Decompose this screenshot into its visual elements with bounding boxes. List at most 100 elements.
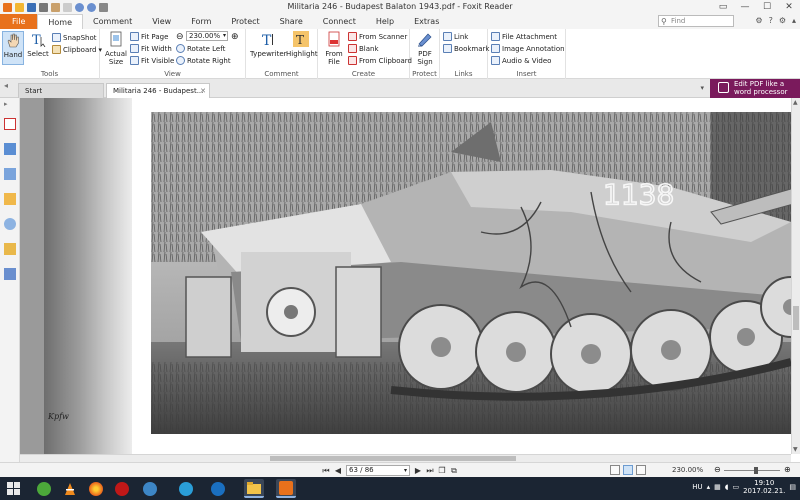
search-options-icon[interactable]: ⚙: [755, 16, 762, 25]
tab-comment[interactable]: Comment: [83, 14, 142, 29]
language-indicator[interactable]: HU: [692, 483, 702, 491]
notifications-icon[interactable]: ▤: [789, 483, 796, 491]
single-page-view-icon[interactable]: [610, 465, 620, 475]
clipboard-button[interactable]: Clipboard ▾: [52, 44, 102, 55]
blank-button[interactable]: Blank: [348, 43, 379, 54]
tab-share[interactable]: Share: [270, 14, 313, 29]
comments-icon[interactable]: [4, 193, 16, 205]
tab-form[interactable]: Form: [181, 14, 221, 29]
scroll-up-icon[interactable]: ▲: [793, 99, 798, 106]
redo-icon[interactable]: [87, 2, 96, 12]
clock[interactable]: 19:10 2017.02.21.: [743, 479, 785, 495]
start-button[interactable]: [4, 479, 24, 498]
actual-size-button[interactable]: Actual Size: [104, 31, 128, 66]
zoom-slider-handle[interactable]: [754, 467, 758, 474]
tab-extras[interactable]: Extras: [404, 14, 449, 29]
horizontal-scroll-thumb[interactable]: [270, 456, 516, 461]
battery-icon[interactable]: ▭: [732, 483, 739, 491]
page-thumbnails-icon[interactable]: [4, 118, 16, 130]
tab-help[interactable]: Help: [366, 14, 404, 29]
zoom-out-icon[interactable]: ⊖: [176, 31, 184, 42]
bookmark-button[interactable]: Bookmark: [443, 43, 489, 54]
undo-icon[interactable]: [75, 2, 84, 12]
search-input[interactable]: ⚲ Find: [658, 15, 734, 27]
close-button[interactable]: ✕: [778, 0, 800, 14]
from-clipboard-button[interactable]: From Clipboard: [348, 55, 412, 66]
scroll-down-icon[interactable]: ▼: [793, 446, 798, 453]
antivirus-taskbar-icon[interactable]: [112, 479, 132, 498]
tray-expand-icon[interactable]: ▴: [707, 483, 711, 491]
select-text-icon[interactable]: [63, 2, 72, 12]
document-view[interactable]: Kpfw 1138: [20, 98, 791, 454]
select-button[interactable]: T Select: [26, 31, 50, 58]
maximize-button[interactable]: ☐: [756, 0, 778, 14]
vertical-scroll-thumb[interactable]: [793, 306, 799, 330]
vertical-scrollbar[interactable]: ▲ ▼: [791, 98, 800, 454]
page-view-icon[interactable]: ❐: [438, 466, 446, 475]
from-scanner-button[interactable]: From Scanner: [348, 31, 407, 42]
file-explorer-taskbar-icon[interactable]: [244, 479, 264, 498]
tab-view[interactable]: View: [142, 14, 181, 29]
layers-icon[interactable]: [4, 168, 16, 180]
horizontal-scrollbar[interactable]: [20, 454, 791, 462]
rotate-right-button[interactable]: Rotate Right: [176, 55, 231, 66]
zoom-slider[interactable]: [724, 467, 780, 474]
last-page-icon[interactable]: ⏭: [426, 466, 434, 476]
snapshot-button[interactable]: SnapShot: [52, 32, 97, 43]
ie-taskbar-icon[interactable]: [176, 479, 196, 498]
volume-icon[interactable]: ◖: [725, 483, 729, 491]
continuous-view-icon[interactable]: [623, 465, 633, 475]
ribbon-toggle-icon[interactable]: ▴: [792, 16, 796, 25]
link-button[interactable]: Link: [443, 31, 468, 42]
tab-file[interactable]: File: [0, 14, 38, 29]
from-file-button[interactable]: From File: [322, 31, 346, 66]
tabs-nav-icon[interactable]: ◂: [4, 81, 8, 90]
pdf-sign-button[interactable]: PDF Sign: [412, 31, 438, 66]
ribbon-collapse-icon[interactable]: ▭: [712, 0, 734, 14]
file-attachment-button[interactable]: File Attachment: [491, 31, 557, 42]
firefox-taskbar-icon[interactable]: [86, 479, 106, 498]
network-icon[interactable]: ▦: [714, 483, 721, 491]
tab-connect[interactable]: Connect: [313, 14, 366, 29]
customize-icon[interactable]: [99, 2, 108, 12]
signatures-icon[interactable]: [4, 268, 16, 280]
next-page-icon[interactable]: ▶: [414, 466, 422, 475]
security-icon[interactable]: [4, 243, 16, 255]
zoom-out-icon[interactable]: ⊖: [714, 465, 721, 474]
settings-icon[interactable]: ⚙: [779, 16, 786, 25]
tab-document[interactable]: Militaria 246 - Budapest... ✕: [106, 83, 210, 98]
zoom-in-icon[interactable]: ⊕: [231, 31, 239, 42]
open-icon[interactable]: [15, 2, 24, 12]
minimize-button[interactable]: —: [734, 0, 756, 14]
tab-protect[interactable]: Protect: [221, 14, 269, 29]
expand-panel-icon[interactable]: ▸: [4, 100, 16, 112]
fit-visible-button[interactable]: Fit Visible: [130, 55, 174, 66]
previous-page-icon[interactable]: ◀: [334, 466, 342, 475]
facing-view-icon[interactable]: [636, 465, 646, 475]
tab-start[interactable]: Start: [18, 83, 104, 98]
utorrent-taskbar-icon[interactable]: [34, 479, 54, 498]
print-icon[interactable]: [39, 2, 48, 12]
highlight-button[interactable]: T Highlight: [286, 31, 318, 58]
save-icon[interactable]: [27, 2, 36, 12]
fit-page-button[interactable]: Fit Page: [130, 31, 168, 42]
first-page-icon[interactable]: ⏮: [322, 466, 330, 476]
typewriter-button[interactable]: T Typewriter: [250, 31, 287, 58]
fit-width-button[interactable]: Fit Width: [130, 43, 172, 54]
vlc-taskbar-icon[interactable]: [60, 479, 80, 498]
hand-button[interactable]: Hand: [2, 31, 24, 65]
close-tab-icon[interactable]: ✕: [200, 84, 206, 98]
help-icon[interactable]: ?: [769, 16, 773, 25]
globe-app-taskbar-icon[interactable]: [140, 479, 160, 498]
bookmarks-icon[interactable]: [4, 143, 16, 155]
page-number-input[interactable]: 63 / 86 ▾: [346, 465, 410, 476]
foxit-reader-taskbar-icon[interactable]: [276, 479, 296, 498]
tab-home[interactable]: Home: [37, 14, 84, 29]
rotate-left-button[interactable]: Rotate Left: [176, 43, 225, 54]
zoom-select[interactable]: 230.00% ▾: [186, 31, 228, 41]
attachments-icon[interactable]: [4, 218, 16, 230]
two-page-view-icon[interactable]: ⧉: [450, 466, 458, 476]
edge-taskbar-icon[interactable]: [208, 479, 228, 498]
hand-tool-icon[interactable]: [51, 2, 60, 12]
zoom-in-icon[interactable]: ⊕: [784, 465, 791, 474]
